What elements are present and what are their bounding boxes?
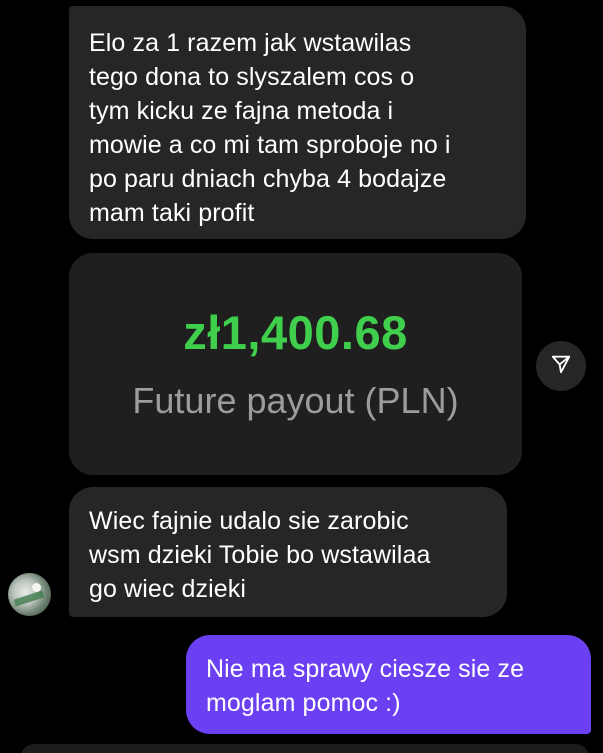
- payout-label: Future payout (PLN): [132, 380, 459, 421]
- chat-thread: Elo za 1 razem jak wstawilas tego dona t…: [0, 0, 603, 753]
- payout-amount: zł1,400.68: [183, 306, 408, 359]
- message-line: go wiec dzieki: [89, 575, 247, 603]
- paper-plane-icon: [550, 353, 572, 380]
- incoming-message-bubble[interactable]: Wiec fajnie udalo sie zarobic wsm dzieki…: [69, 487, 507, 617]
- message-line: Wiec fajnie udalo sie zarobic: [89, 507, 409, 535]
- message-line: wsm dzieki Tobie bo wstawilaa: [89, 541, 431, 569]
- message-line: mowie a co mi tam sproboje no i: [89, 131, 451, 159]
- message-line: po paru dniach chyba 4 bodajze: [89, 165, 447, 193]
- outgoing-message-bubble[interactable]: Nie ma sprawy ciesze sie ze moglam pomoc…: [186, 635, 591, 734]
- share-button[interactable]: [536, 341, 586, 391]
- message-line: Nie ma sprawy ciesze sie ze: [206, 655, 525, 683]
- sender-avatar[interactable]: [8, 573, 51, 616]
- message-line: Elo za 1 razem jak wstawilas: [89, 29, 412, 57]
- message-line: moglam pomoc :): [206, 689, 401, 717]
- message-line: tego dona to slyszalem cos o: [89, 63, 415, 91]
- incoming-message-bubble[interactable]: Elo za 1 razem jak wstawilas tego dona t…: [69, 6, 526, 239]
- next-message-edge: [20, 744, 590, 753]
- payout-screenshot-image[interactable]: zł1,400.68 Future payout (PLN): [69, 253, 522, 475]
- message-line: tym kicku ze fajna metoda i: [89, 97, 394, 125]
- message-line: mam taki profit: [89, 199, 255, 227]
